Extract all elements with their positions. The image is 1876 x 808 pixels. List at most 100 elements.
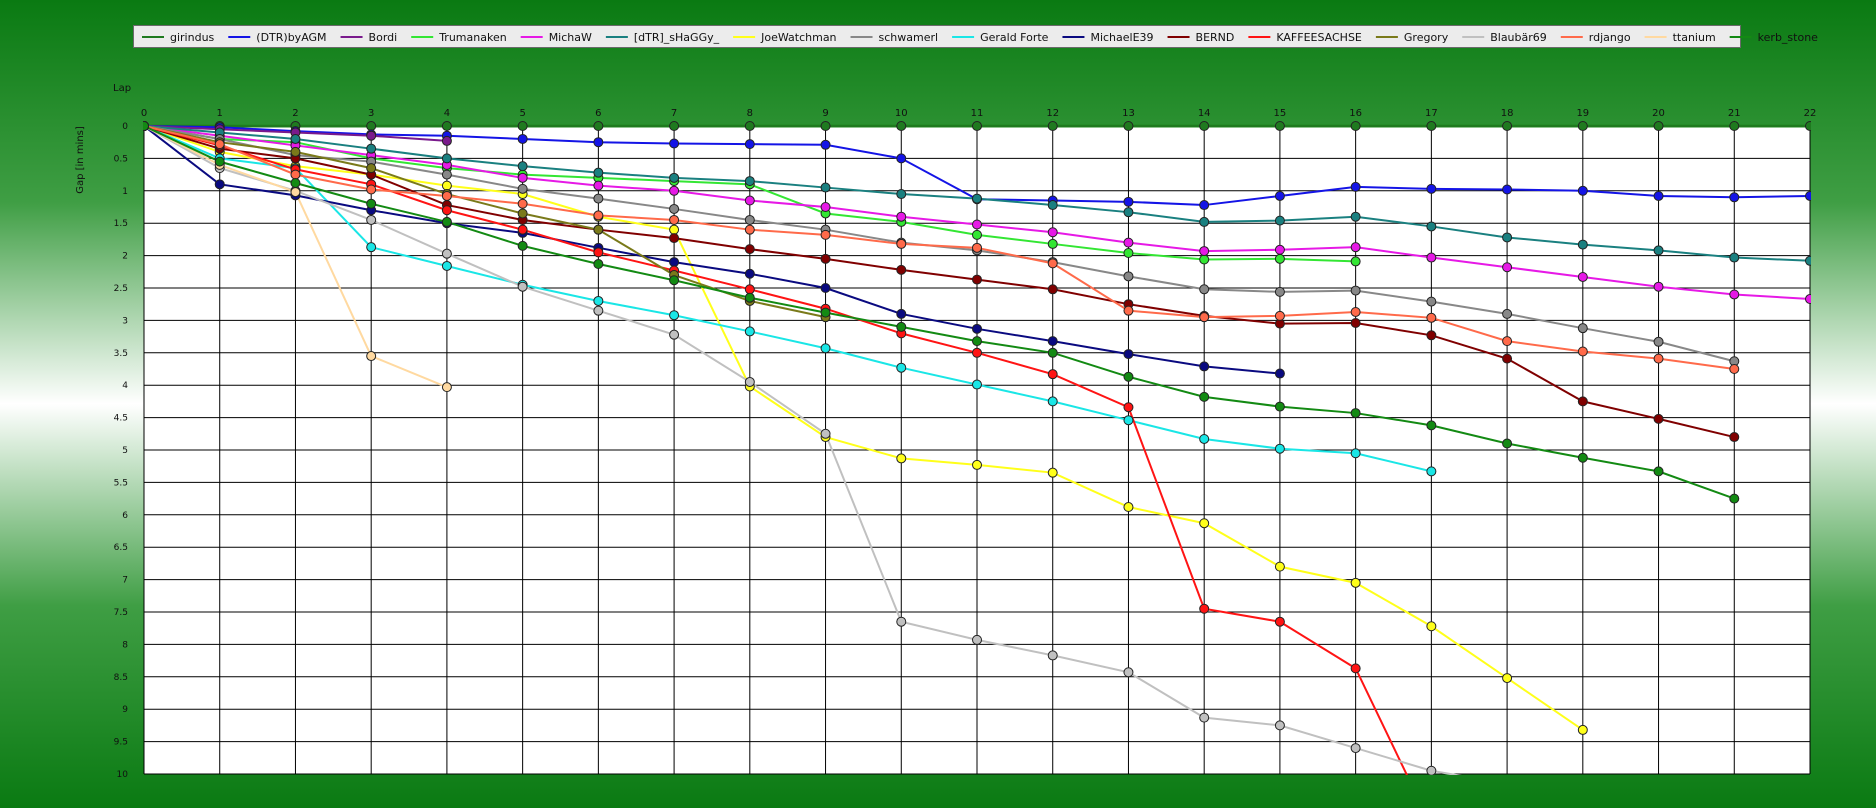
x-tick-label: 16	[1349, 108, 1362, 119]
data-point	[1350, 408, 1361, 419]
data-point	[896, 153, 907, 164]
data-point	[972, 193, 982, 204]
data-point	[1805, 255, 1811, 266]
y-tick-label: 9	[122, 705, 128, 715]
data-point	[896, 321, 907, 332]
data-point	[972, 347, 982, 358]
data-point	[1577, 452, 1588, 463]
y-tick-label: 7	[122, 576, 128, 586]
data-point	[1653, 336, 1664, 347]
data-point	[1123, 207, 1134, 218]
data-point	[1274, 310, 1285, 321]
data-point	[517, 240, 528, 251]
x-tick-label: 4	[444, 108, 450, 119]
data-point	[1653, 121, 1664, 131]
data-point	[744, 121, 755, 131]
legend-label: KAFFEESACHSE	[1276, 31, 1362, 44]
y-tick-label: 5.5	[114, 478, 128, 488]
data-point	[1274, 253, 1285, 264]
y-tick-label: 0	[122, 122, 128, 132]
data-point	[143, 121, 149, 131]
data-point	[972, 459, 982, 470]
data-point	[1123, 402, 1134, 413]
data-point	[1350, 306, 1361, 317]
data-point	[1199, 121, 1210, 131]
data-point	[820, 307, 831, 318]
data-point	[669, 233, 680, 244]
data-point	[1729, 289, 1740, 300]
data-point	[820, 139, 831, 150]
data-point	[1199, 518, 1210, 529]
data-point	[441, 169, 452, 180]
legend-label: Trumanaken	[438, 31, 507, 44]
data-point	[441, 260, 452, 271]
data-point	[290, 133, 301, 144]
data-point	[1577, 323, 1588, 334]
data-point	[1426, 312, 1437, 323]
data-point	[1577, 121, 1588, 131]
data-point	[1047, 336, 1058, 347]
data-point	[972, 219, 982, 230]
legend-label: schwamerl	[879, 31, 939, 44]
x-tick-label: 3	[368, 108, 374, 119]
legend-label: BERND	[1196, 31, 1235, 44]
data-point	[1199, 284, 1210, 295]
data-point	[517, 224, 528, 235]
data-point	[972, 274, 982, 285]
y-tick-label: 10	[117, 770, 129, 780]
legend-label: girindus	[170, 31, 215, 44]
data-point	[1502, 262, 1513, 273]
data-point	[1123, 667, 1134, 678]
x-tick-label: 13	[1122, 108, 1135, 119]
x-tick-label: 8	[747, 108, 753, 119]
data-point	[744, 176, 755, 187]
data-point	[744, 284, 755, 295]
data-point	[896, 616, 907, 627]
data-point	[1653, 190, 1664, 201]
data-point	[1274, 616, 1285, 627]
y-tick-label: 4.5	[114, 414, 128, 424]
data-point	[593, 295, 604, 306]
data-point	[744, 139, 755, 150]
data-point	[1729, 432, 1740, 443]
data-point	[972, 379, 982, 390]
x-tick-label: 9	[822, 108, 828, 119]
data-point	[820, 283, 831, 293]
data-point	[1729, 364, 1740, 374]
y-tick-label: 3.5	[114, 349, 128, 359]
y-axis-label: Gap [in mins]	[75, 126, 86, 194]
x-tick-label: 20	[1652, 108, 1665, 119]
data-point	[1350, 242, 1361, 253]
data-point	[820, 428, 831, 439]
data-point	[896, 362, 907, 373]
x-tick-label: 1	[217, 108, 223, 119]
data-point	[1123, 237, 1134, 248]
data-point	[1047, 200, 1058, 211]
data-point	[669, 203, 680, 214]
data-point	[441, 190, 452, 201]
data-point	[669, 275, 680, 286]
data-point	[1350, 577, 1361, 588]
data-point	[1199, 312, 1210, 323]
data-point	[1123, 248, 1134, 259]
data-point	[441, 382, 452, 393]
legend-label: Bordi	[369, 31, 398, 44]
data-point	[290, 146, 301, 157]
data-point	[1047, 347, 1058, 358]
data-point	[1805, 190, 1811, 201]
data-point	[1426, 420, 1437, 431]
data-point	[1047, 396, 1058, 407]
data-point	[744, 214, 755, 225]
data-point	[1502, 673, 1513, 684]
data-point	[1577, 271, 1588, 282]
data-point	[1274, 720, 1285, 731]
data-point	[669, 185, 680, 196]
data-point	[593, 210, 604, 221]
data-point	[820, 253, 831, 264]
data-point	[1426, 121, 1437, 131]
data-point	[517, 133, 528, 144]
y-tick-label: 9.5	[114, 738, 128, 748]
data-point	[441, 205, 452, 216]
data-point	[214, 179, 225, 190]
data-point	[1123, 502, 1134, 513]
